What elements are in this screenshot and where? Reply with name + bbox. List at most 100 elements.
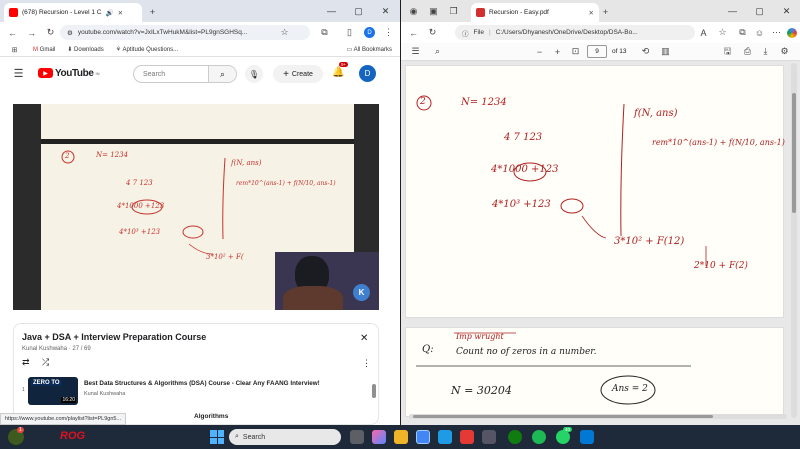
zoom-out-icon[interactable]: − <box>533 45 546 58</box>
taskbar-search[interactable]: ⌕ Search <box>229 429 341 445</box>
vertical-scrollbar[interactable] <box>791 63 797 418</box>
audio-icon[interactable]: 🔊 <box>105 9 113 17</box>
tab-youtube[interactable]: (678) Recursion - Level 1 C 🔊 ✕ <box>4 3 142 22</box>
profile-icon[interactable]: ◉ <box>407 5 420 18</box>
print-icon[interactable]: ⎙ <box>741 45 754 58</box>
scrollbar-thumb[interactable] <box>792 93 796 213</box>
address-bar[interactable]: ⓘ File | C:/Users/Dhyanesh/OneDrive/Desk… <box>455 25 695 40</box>
minimize-icon[interactable]: — <box>719 0 746 22</box>
tab-close-icon[interactable]: ✕ <box>118 9 123 17</box>
favorites-star-icon[interactable]: ☆ <box>716 26 729 39</box>
vscode-app-icon[interactable] <box>580 430 594 444</box>
bookmark-star-icon[interactable]: ☆ <box>278 26 291 39</box>
horizontal-scrollbar[interactable] <box>409 414 787 419</box>
item-title-partial: Algorithms <box>194 413 229 420</box>
edge-app-icon[interactable] <box>438 430 452 444</box>
reload-icon[interactable]: ↻ <box>44 26 57 39</box>
tab-close-icon[interactable]: ✕ <box>589 9 594 17</box>
video-player[interactable]: 2 N= 1234 4 7 123 4*1000 +123 4*10³ +123… <box>13 104 379 310</box>
playlist-close-icon[interactable]: ✕ <box>360 333 368 344</box>
question-number: 2 <box>420 97 426 107</box>
hamburger-menu-icon[interactable]: ☰ <box>12 67 25 80</box>
note-line: 4*10³ +123 <box>492 199 551 210</box>
address-bar[interactable]: ⚙ youtube.com/watch?v=JxILxTwHukM&list=P… <box>60 25 310 40</box>
tab-actions-icon[interactable]: ❐ <box>447 5 460 18</box>
new-tab-icon[interactable]: + <box>146 5 159 18</box>
notifications-bell-icon[interactable]: 🔔 <box>332 67 344 78</box>
spotify-app-icon[interactable] <box>532 430 546 444</box>
profile-icon[interactable]: ☺ <box>753 26 766 39</box>
sidebar-icon[interactable]: ▯ <box>343 26 356 39</box>
create-button[interactable]: + Create <box>273 65 323 83</box>
close-window-icon[interactable]: ✕ <box>372 0 399 22</box>
page-view-icon[interactable]: ▥ <box>659 45 672 58</box>
folder-icon: ▭ <box>346 47 353 53</box>
reload-icon[interactable]: ↻ <box>426 26 439 39</box>
back-icon[interactable]: ← <box>407 26 420 39</box>
start-windows-icon[interactable] <box>210 430 224 444</box>
zoom-in-icon[interactable]: + <box>551 45 564 58</box>
bookmark-aptitude[interactable]: ⚘ Aptitude Questions... <box>116 46 178 53</box>
fit-page-icon[interactable]: ⊡ <box>569 45 582 58</box>
mail-app-icon[interactable] <box>460 430 474 444</box>
pdf-settings-icon[interactable]: ⚙ <box>778 45 791 58</box>
playlist-item[interactable]: 1 ZERO TO 16:20 Best Data Structures & A… <box>14 374 378 408</box>
youtube-logo[interactable]: ▶ YouTube IN <box>38 68 100 79</box>
voice-search-icon[interactable]: 🎙 <box>245 65 263 83</box>
gmail-icon: M <box>33 46 38 53</box>
menu-icon[interactable]: ⋯ <box>770 26 783 39</box>
file-explorer-icon[interactable] <box>394 430 408 444</box>
whatsapp-app-icon[interactable] <box>556 430 570 444</box>
hscroll-thumb[interactable] <box>413 415 713 418</box>
maximize-icon[interactable]: ▢ <box>345 0 372 22</box>
forward-icon[interactable]: → <box>25 26 38 39</box>
contents-icon[interactable]: ☰ <box>409 45 422 58</box>
xbox-app-icon[interactable] <box>508 430 522 444</box>
extensions-icon[interactable]: ⧉ <box>318 26 331 39</box>
task-view-icon[interactable] <box>350 430 364 444</box>
thumbnail-text: ZERO TO <box>31 380 62 386</box>
playlist-title[interactable]: Java + DSA + Interview Preparation Cours… <box>22 332 206 342</box>
new-tab-icon[interactable]: + <box>599 5 612 18</box>
account-avatar[interactable]: D <box>359 65 376 82</box>
pdf-viewport[interactable]: 2 N= 1234 4 7 123 4*1000 +123 4*10³ +123… <box>401 61 800 425</box>
whatsapp-badge: 40 <box>563 427 573 432</box>
rotate-icon[interactable]: ⟲ <box>639 45 652 58</box>
minimize-icon[interactable]: — <box>318 0 345 22</box>
close-window-icon[interactable]: ✕ <box>773 0 800 22</box>
save-icon[interactable]: 🖫 <box>721 45 734 58</box>
bookmark-gmail[interactable]: M Gmail <box>33 47 55 53</box>
search-icon[interactable]: ⌕ <box>208 66 236 82</box>
pdf-page-notes: 2 N= 1234 4 7 123 4*1000 +123 4*10³ +123… <box>405 65 785 318</box>
profile-avatar[interactable]: D <box>364 27 375 38</box>
chrome-app-icon[interactable] <box>416 430 430 444</box>
apps-icon[interactable]: ⊞ <box>8 43 21 56</box>
all-bookmarks[interactable]: ▭ All Bookmarks <box>347 46 392 53</box>
playlist-menu-icon[interactable]: ⋮ <box>362 358 371 369</box>
maximize-icon[interactable]: ▢ <box>746 0 773 22</box>
site-info-icon[interactable]: ⚙ <box>67 29 73 37</box>
bookmark-downloads[interactable]: ⬇ Downloads <box>67 46 103 53</box>
copilot-app-icon[interactable] <box>372 430 386 444</box>
search-box[interactable]: Search ⌕ <box>133 65 237 83</box>
important-note: Imp wrught <box>456 332 504 341</box>
note-line: 4*1000 +123 <box>491 164 559 175</box>
shuffle-icon[interactable]: ⤮ <box>42 357 49 368</box>
collections-icon[interactable]: ⧉ <box>736 26 749 39</box>
menu-icon[interactable]: ⋮ <box>382 26 395 39</box>
search-input[interactable]: Search <box>134 71 208 78</box>
playlist-scrollbar[interactable] <box>372 384 376 398</box>
page-number-input[interactable]: 9 <box>587 45 607 58</box>
taskbar: 1 ROG ⌕ Search 40 <box>0 425 800 449</box>
read-aloud-icon[interactable]: A <box>697 26 710 39</box>
back-icon[interactable]: ← <box>6 26 19 39</box>
workspaces-icon[interactable]: ▣ <box>427 5 440 18</box>
file-info-icon[interactable]: ⓘ <box>462 28 469 38</box>
download-icon[interactable]: ⤓ <box>759 45 772 58</box>
tab-pdf[interactable]: Recursion - Easy.pdf ✕ <box>471 3 599 22</box>
pdf-browser-window: ◉ ▣ ❐ Recursion - Easy.pdf ✕ + — ▢ ✕ ← ↻… <box>401 0 800 425</box>
settings-app-icon[interactable] <box>482 430 496 444</box>
find-icon[interactable]: ⌕ <box>431 45 444 58</box>
loop-icon[interactable]: ⇄ <box>22 357 30 368</box>
copilot-icon[interactable] <box>787 27 797 38</box>
